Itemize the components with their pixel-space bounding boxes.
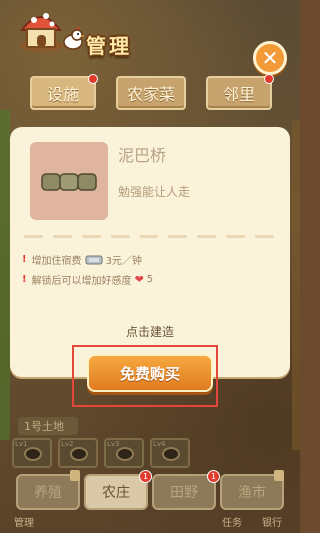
close-icon: ✕ [261, 46, 279, 70]
tab-neighbors-label: 邻里 [222, 85, 255, 104]
item-thumbnail [30, 142, 108, 220]
tab-farm-dishes[interactable]: 农家菜 [116, 76, 186, 110]
item-name: 泥巴桥 [118, 146, 167, 165]
tab-breeding-label: 养殖 [34, 485, 62, 501]
tab-fish-market-label: 渔市 [238, 485, 266, 501]
pit-icon [70, 447, 88, 461]
badge-count: 1 [139, 470, 152, 483]
pit-icon [116, 447, 134, 461]
management-header: 管理 ✕ [0, 0, 300, 75]
chicken-icon [63, 27, 85, 50]
background-grass-strip [0, 110, 10, 440]
land-slot-level: Lv3 [107, 440, 120, 448]
alert-icon: ! [22, 274, 27, 285]
lock-icon [274, 470, 284, 481]
item-description: 勉强能让人走 [118, 185, 191, 199]
close-button[interactable]: ✕ [253, 41, 287, 75]
effect-lodging-fee-value: 3元／钟 [105, 256, 142, 267]
nav-bank[interactable]: 银行 [262, 514, 282, 529]
effect-affection-label: 解锁后可以增加好感度 [31, 276, 132, 287]
tab-farm-label: 农庄 [102, 485, 130, 501]
nav-tasks[interactable]: 任务 [222, 514, 242, 529]
land-slot-row: Lv1 Lv2 Lv3 Lv4 [12, 438, 292, 468]
tab-farm-dishes-label: 农家菜 [126, 85, 175, 104]
notification-dot [264, 74, 274, 84]
background-fence-strip [292, 120, 300, 450]
tab-farm[interactable]: 农庄 1 [84, 470, 152, 510]
alert-icon: ! [22, 254, 27, 265]
build-hint: 点击建造 [125, 325, 174, 339]
divider [24, 235, 275, 241]
pit-icon [24, 447, 42, 461]
effect-affection: ! 解锁后可以增加好感度 ❤ 5 [22, 272, 153, 287]
page-title: 管理 [86, 34, 132, 58]
land-slot-level: Lv4 [153, 440, 166, 448]
tab-facilities-label: 设施 [46, 85, 79, 104]
lock-icon [70, 470, 80, 481]
notification-dot [88, 74, 98, 84]
free-buy-button-label: 免费购买 [119, 364, 180, 383]
tab-neighbors[interactable]: 邻里 [206, 74, 274, 110]
land-slot-level: Lv1 [15, 440, 28, 448]
tab-facilities[interactable]: 设施 [30, 74, 98, 110]
tab-fish-market[interactable]: 渔市 [220, 470, 284, 510]
heart-icon: ❤ [134, 273, 144, 286]
nav-manage[interactable]: 管理 [14, 514, 34, 529]
effect-lodging-fee-label: 增加住宿费 [31, 256, 82, 267]
land-slot[interactable]: Lv4 [150, 438, 190, 468]
land-slot[interactable]: Lv3 [104, 438, 144, 468]
land-plot-label: 1号土地 [18, 417, 78, 435]
money-icon [85, 255, 103, 264]
mud-bridge-icon [41, 173, 97, 191]
effect-lodging-fee: ! 增加住宿费 3元／钟 [22, 252, 142, 267]
farmhouse-icon [19, 13, 63, 52]
land-slot[interactable]: Lv2 [58, 438, 98, 468]
effect-affection-value: 5 [146, 274, 154, 285]
bottom-nav: 管理 任务 银行 [0, 514, 300, 533]
tab-breeding[interactable]: 养殖 [16, 470, 80, 510]
free-buy-button[interactable]: 免费购买 [87, 354, 213, 392]
item-detail-panel: 泥巴桥 勉强能让人走 ! 增加住宿费 3元／钟 ! 解锁后可以增加好感度 ❤ 5… [10, 127, 290, 377]
land-slot-level: Lv2 [61, 440, 74, 448]
tab-fields-label: 田野 [170, 485, 198, 501]
land-slot[interactable]: Lv1 [12, 438, 52, 468]
badge-count: 1 [207, 470, 220, 483]
pit-icon [162, 447, 180, 461]
tab-fields[interactable]: 田野 1 [152, 470, 220, 510]
